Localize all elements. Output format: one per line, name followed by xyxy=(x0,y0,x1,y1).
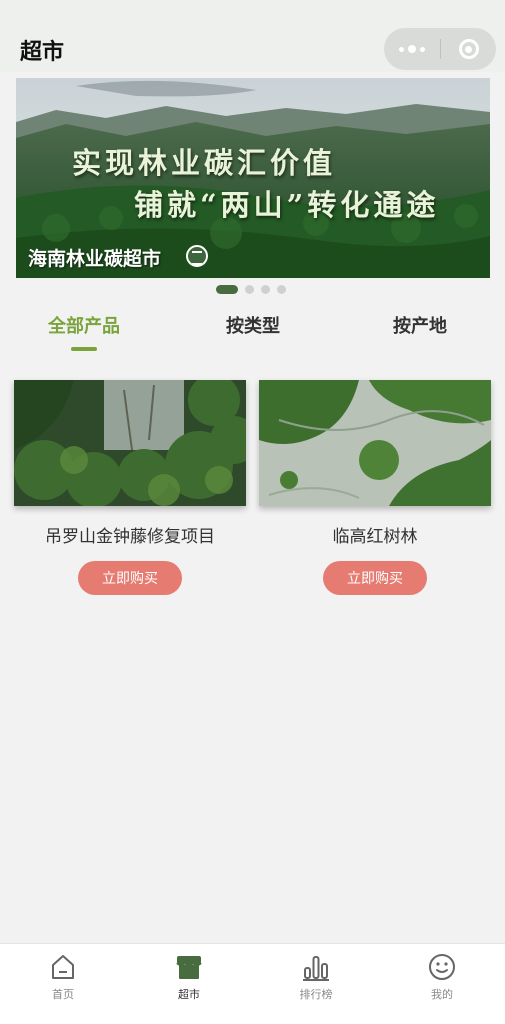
tabbar-label: 我的 xyxy=(431,988,453,1001)
product-title[interactable]: 临高红树林 xyxy=(259,522,491,547)
product-image[interactable] xyxy=(14,380,246,506)
banner-brand-text: 海南林业碳超市 xyxy=(28,248,162,270)
product-image[interactable] xyxy=(259,380,491,506)
buy-now-button[interactable]: 立即购买 xyxy=(78,561,182,595)
more-menu-button[interactable] xyxy=(384,28,440,70)
category-tabs: 全部产品 按类型 按产地 xyxy=(0,310,505,354)
forest-canopy-photo xyxy=(14,380,246,506)
smile-face-icon xyxy=(429,954,455,980)
banner-headline-2: 铺就“两山”转化通途 xyxy=(134,188,440,222)
home-icon xyxy=(52,955,74,979)
tabbar-label: 超市 xyxy=(178,988,200,1001)
carousel-dot-2[interactable] xyxy=(245,285,254,294)
carousel-dot-1[interactable] xyxy=(216,285,238,294)
tabbar-item-shop[interactable]: 超市 xyxy=(149,952,229,1002)
mini-program-capsule xyxy=(384,28,496,70)
dot-icon xyxy=(420,46,425,52)
tab-by-origin[interactable]: 按产地 xyxy=(374,310,466,354)
product-title[interactable]: 吊罗山金钟藤修复项目 xyxy=(14,522,246,547)
nav-bar: 超市 xyxy=(0,0,505,72)
page-title: 超市 xyxy=(20,40,65,65)
forest-logo-icon xyxy=(186,245,208,267)
dot-icon xyxy=(399,46,404,52)
banner-headline-1: 实现林业碳汇价值 xyxy=(72,146,337,180)
shop-icon xyxy=(176,956,202,979)
product-card[interactable]: 吊罗山金钟藤修复项目 立即购买 xyxy=(14,380,246,595)
dot-icon xyxy=(408,45,416,53)
product-card[interactable]: 临高红树林 立即购买 xyxy=(259,380,491,595)
tabbar-item-ranking[interactable]: 排行榜 xyxy=(276,952,356,1002)
carousel-dot-4[interactable] xyxy=(277,285,286,294)
tabbar-label: 首页 xyxy=(52,988,74,1001)
carousel-dot-3[interactable] xyxy=(261,285,270,294)
mangrove-aerial-photo xyxy=(259,380,491,506)
buy-now-button[interactable]: 立即购买 xyxy=(323,561,427,595)
ranking-icon xyxy=(303,956,329,981)
tabbar-item-profile[interactable]: 我的 xyxy=(402,952,482,1002)
tab-all-products[interactable]: 全部产品 xyxy=(38,310,130,354)
bottom-tab-bar: 首页 超市 排行榜 我的 xyxy=(0,943,505,1024)
target-icon xyxy=(458,39,479,59)
close-mini-program-button[interactable] xyxy=(441,28,496,70)
carousel-indicator xyxy=(216,285,286,294)
tabbar-label: 排行榜 xyxy=(299,988,333,1001)
tab-by-type[interactable]: 按类型 xyxy=(207,310,299,354)
tabbar-item-home[interactable]: 首页 xyxy=(23,952,103,1002)
banner-carousel[interactable]: 实现林业碳汇价值 铺就“两山”转化通途 海南林业碳超市 xyxy=(16,78,490,278)
